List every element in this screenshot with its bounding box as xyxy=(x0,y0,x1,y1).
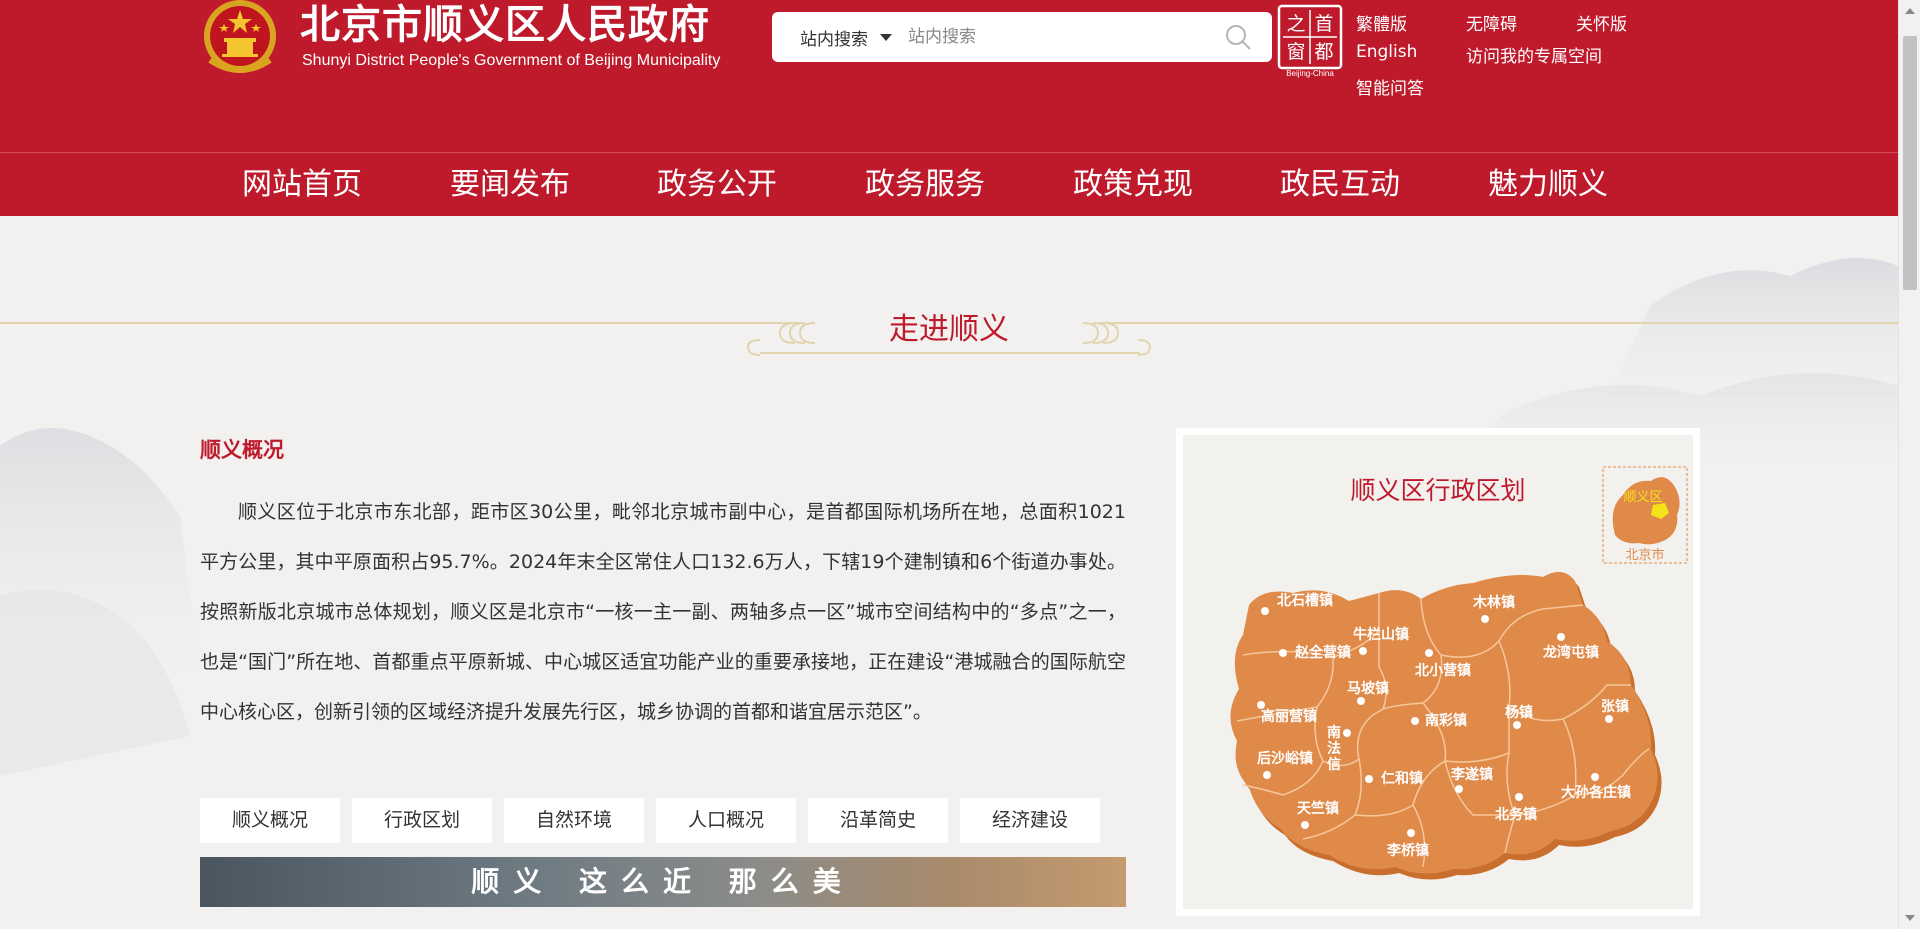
town-label: 牛栏山镇 xyxy=(1353,626,1409,643)
town-label: 赵全营镇 xyxy=(1294,644,1351,661)
tab-overview[interactable]: 顺义概况 xyxy=(200,798,340,843)
smart-qa-link[interactable]: 智能问答 xyxy=(1356,74,1424,99)
town-label-vertical: 南 法 信 xyxy=(1327,724,1341,773)
capital-logo-char: 之 xyxy=(1286,13,1305,35)
search-scope-dropdown[interactable]: 站内搜索 xyxy=(800,25,892,50)
personal-space-link[interactable]: 访问我的专属空间 xyxy=(1466,42,1602,67)
main-nav: 网站首页 要闻发布 政务公开 政务服务 政策兑现 政民互动 魅力顺义 xyxy=(0,152,1898,216)
scroll-down-arrow-icon[interactable] xyxy=(1905,915,1915,921)
town-label: 木林镇 xyxy=(1472,594,1515,611)
site-name[interactable]: 北京市顺义区人民政府 xyxy=(300,0,710,50)
section-title: 走进顺义 xyxy=(889,312,1009,347)
search-box: 站内搜索 xyxy=(772,12,1272,62)
district-map-card[interactable]: 顺义区行政区划 顺义区 北京市 北石槽镇 赵全营镇 牛栏山镇 木林镇 龙湾屯镇 … xyxy=(1176,428,1700,916)
town-label: 龙湾屯镇 xyxy=(1542,644,1599,661)
town-label: 法 xyxy=(1327,740,1341,757)
tab-population[interactable]: 人口概况 xyxy=(656,798,796,843)
town-label: 天竺镇 xyxy=(1297,800,1339,817)
intro-heading: 顺义概况 xyxy=(200,438,284,462)
scroll-up-arrow-icon[interactable] xyxy=(1905,8,1915,14)
town-label: 北小营镇 xyxy=(1415,662,1471,679)
beijing-inset-map: 顺义区 北京市 xyxy=(1602,466,1688,564)
nav-item-news[interactable]: 要闻发布 xyxy=(450,153,570,217)
town-label: 高丽营镇 xyxy=(1261,708,1317,725)
banner-title: 顺义 这么近 那么美 xyxy=(471,865,855,898)
english-link[interactable]: English xyxy=(1356,42,1417,62)
town-label: 马坡镇 xyxy=(1347,680,1389,697)
page-scrollbar[interactable] xyxy=(1898,0,1920,929)
elder-care-mode-link[interactable]: 关怀版 xyxy=(1576,10,1627,35)
search-input[interactable] xyxy=(908,17,1208,57)
nav-item-government-services[interactable]: 政务服务 xyxy=(865,153,985,217)
tab-history[interactable]: 沿革简史 xyxy=(808,798,948,843)
tab-economy[interactable]: 经济建设 xyxy=(960,798,1100,843)
national-emblem-icon[interactable] xyxy=(200,0,280,78)
town-label: 北务镇 xyxy=(1495,806,1537,823)
scrollbar-thumb[interactable] xyxy=(1903,36,1917,290)
capital-logo-char: 首 xyxy=(1314,13,1333,35)
capital-logo-char: 窗 xyxy=(1286,41,1305,63)
intro-tabs: 顺义概况 行政区划 自然环境 人口概况 沿革简史 经济建设 xyxy=(200,798,1100,843)
town-label: 南彩镇 xyxy=(1425,712,1467,729)
town-label: 北石槽镇 xyxy=(1277,592,1333,609)
district-map: 顺义区行政区划 顺义区 北京市 北石槽镇 赵全营镇 牛栏山镇 木林镇 龙湾屯镇 … xyxy=(1183,435,1693,909)
site-name-english[interactable]: Shunyi District People's Government of B… xyxy=(302,52,720,70)
town-label: 李桥镇 xyxy=(1386,842,1429,859)
intro-text: 顺义区位于北京市东北部，距市区30公里，毗邻北京城市副中心，是首都国际机场所在地… xyxy=(200,501,1126,723)
capital-window-logo-icon[interactable]: 首 都 之 窗 Beijing-China xyxy=(1277,4,1343,78)
nav-item-charming-shunyi[interactable]: 魅力顺义 xyxy=(1488,153,1608,217)
traditional-chinese-link[interactable]: 繁體版 xyxy=(1356,10,1407,35)
nav-item-home[interactable]: 网站首页 xyxy=(242,153,362,217)
town-label: 后沙峪镇 xyxy=(1257,750,1313,767)
chevron-down-icon xyxy=(880,33,892,41)
nav-item-government-affairs[interactable]: 政务公开 xyxy=(657,153,777,217)
town-label: 南 xyxy=(1327,724,1341,741)
town-label: 仁和镇 xyxy=(1381,770,1423,787)
search-icon[interactable] xyxy=(1224,23,1252,51)
tab-natural-environment[interactable]: 自然环境 xyxy=(504,798,644,843)
inset-label-district: 顺义区 xyxy=(1623,490,1662,505)
town-label: 大孙各庄镇 xyxy=(1561,784,1631,801)
shunyi-district-shape: 北石槽镇 赵全营镇 牛栏山镇 木林镇 龙湾屯镇 北小营镇 高丽营镇 马坡镇 南彩… xyxy=(1230,571,1662,880)
town-label: 张镇 xyxy=(1601,698,1629,715)
capital-logo-caption: Beijing-China xyxy=(1286,69,1334,78)
site-header: 北京市顺义区人民政府 Shunyi District People's Gove… xyxy=(0,0,1898,152)
accessibility-link[interactable]: 无障碍 xyxy=(1466,10,1517,35)
district-map-graphic: 顺义区 北京市 北石槽镇 赵全营镇 牛栏山镇 木林镇 龙湾屯镇 北小营镇 高丽营… xyxy=(1230,466,1688,880)
tab-administrative-division[interactable]: 行政区划 xyxy=(352,798,492,843)
nav-item-public-interaction[interactable]: 政民互动 xyxy=(1280,153,1400,217)
town-label: 杨镇 xyxy=(1505,704,1533,721)
town-label: 李遂镇 xyxy=(1450,766,1493,783)
inset-label-city: 北京市 xyxy=(1625,547,1664,563)
capital-logo-char: 都 xyxy=(1314,41,1333,63)
search-scope-label: 站内搜索 xyxy=(800,29,868,50)
top-links: 繁體版 无障碍 关怀版 English 访问我的专属空间 智能问答 xyxy=(1356,6,1686,106)
promo-banner[interactable]: 顺义 这么近 那么美 xyxy=(200,857,1126,907)
nav-item-policy-fulfillment[interactable]: 政策兑现 xyxy=(1073,153,1193,217)
town-label: 信 xyxy=(1327,756,1341,773)
